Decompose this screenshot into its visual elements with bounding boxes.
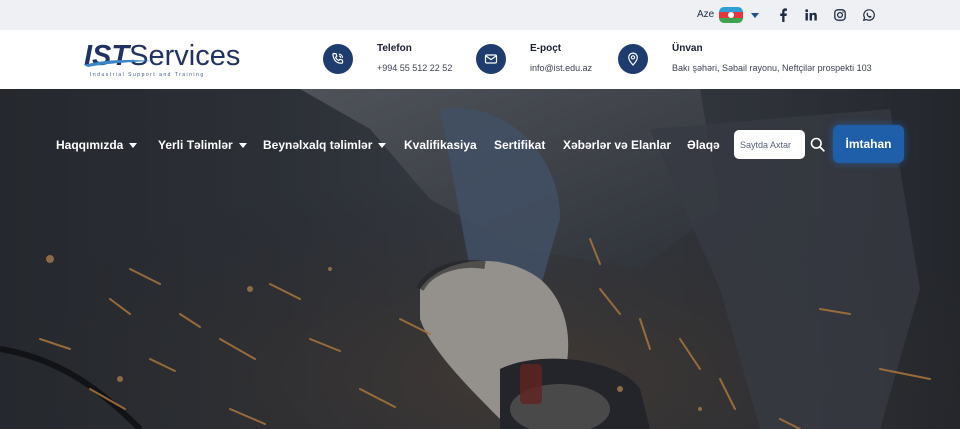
contact-phone-value[interactable]: +994 55 512 22 52: [377, 63, 452, 73]
contact-address-title: Ünvan: [672, 43, 703, 54]
nav-item-news[interactable]: Xəbərlər və Elanlar: [563, 138, 671, 152]
contact-phone-title: Telefon: [377, 43, 412, 54]
nav-item-contact[interactable]: Əlaqə: [687, 138, 720, 152]
chevron-down-icon: [129, 142, 138, 148]
search-input[interactable]: [734, 130, 805, 159]
chevron-down-icon: [751, 12, 760, 18]
chevron-down-icon: [378, 142, 387, 148]
chevron-down-icon: [238, 142, 247, 148]
language-code: Aze: [697, 9, 715, 20]
phone-icon: [323, 44, 353, 74]
contact-email-value[interactable]: info@ist.edu.az: [530, 63, 592, 73]
nav-item-local-trainings[interactable]: Yerli Təlimlər: [158, 138, 247, 152]
linkedin-icon[interactable]: [802, 6, 820, 24]
logo-swoosh-icon: [84, 60, 152, 67]
nav-item-international-trainings[interactable]: Beynəlxalq təlimlər: [263, 138, 387, 152]
ist-services-logo[interactable]: ISTServices Industrial Support and Train…: [84, 40, 244, 80]
azerbaijan-flag-icon: [719, 7, 744, 23]
facebook-icon[interactable]: [774, 6, 792, 24]
language-switcher[interactable]: Aze: [697, 7, 760, 23]
whatsapp-icon[interactable]: [860, 6, 878, 24]
contact-address-value: Bakı şəhəri, Səbail rayonu, Neftçilər pr…: [672, 63, 872, 73]
top-utility-bar: Aze: [0, 0, 960, 30]
search-icon[interactable]: [808, 135, 826, 153]
instagram-icon[interactable]: [831, 6, 849, 24]
nav-item-about[interactable]: Haqqımızda: [56, 138, 138, 152]
nav-item-certificate[interactable]: Sertifikat: [494, 138, 545, 152]
location-pin-icon: [618, 44, 648, 74]
mail-icon: [476, 44, 506, 74]
site-header: ISTServices Industrial Support and Train…: [0, 30, 960, 89]
exam-button[interactable]: İmtahan: [833, 125, 904, 163]
contact-email-title: E-poçt: [530, 43, 562, 54]
logo-tagline: Industrial Support and Training: [90, 72, 205, 78]
nav-item-qualification[interactable]: Kvalifikasiya: [404, 138, 477, 152]
